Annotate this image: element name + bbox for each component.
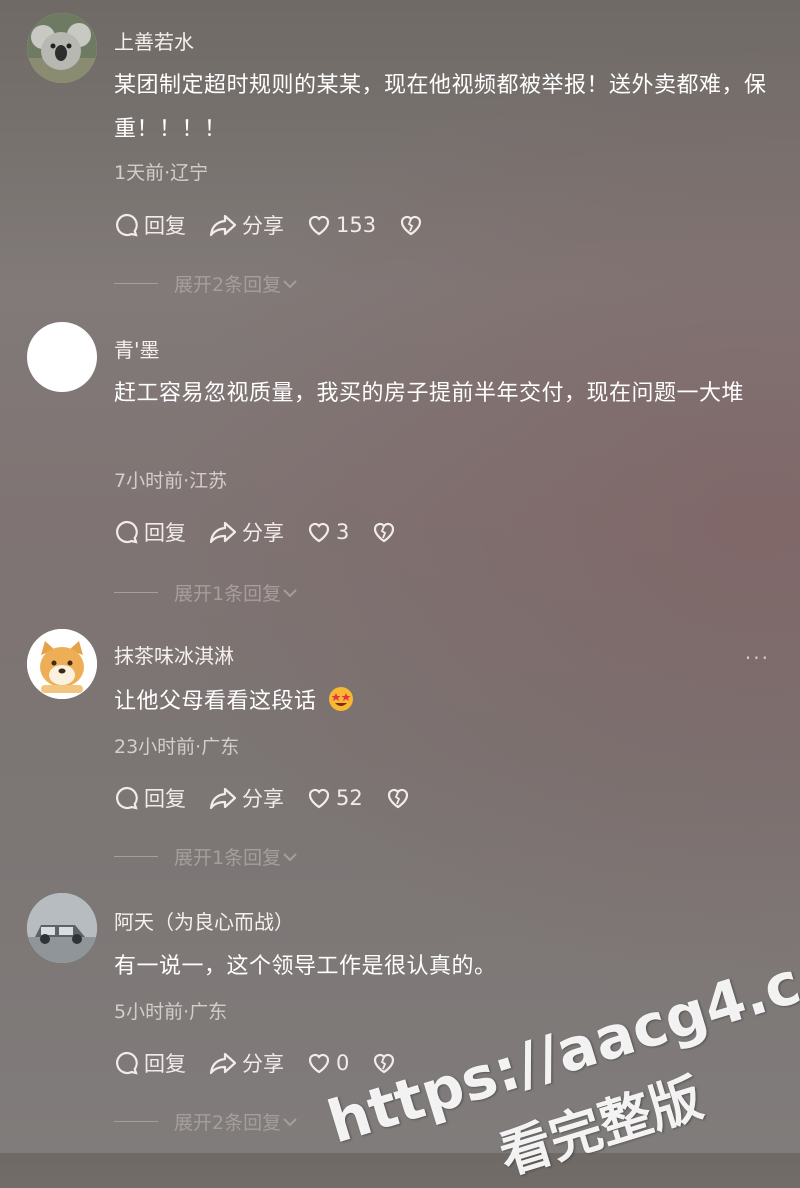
- like-count: 52: [336, 786, 363, 810]
- share-button[interactable]: 分享: [208, 210, 284, 240]
- reply-button[interactable]: 回复: [114, 1048, 186, 1078]
- broken-heart-icon: [374, 522, 395, 543]
- comment-text-body: 让他父母看看这段话: [114, 689, 317, 714]
- dislike-button[interactable]: [385, 785, 415, 811]
- reply-bubble-icon: [116, 213, 138, 237]
- like-count: 0: [336, 1051, 350, 1075]
- expand-replies-label: 展开1条回复: [174, 583, 282, 605]
- share-arrow-icon: [209, 787, 237, 810]
- like-button[interactable]: 3: [306, 519, 349, 545]
- chevron-down-icon: [283, 279, 297, 288]
- expand-replies-button[interactable]: 展开1条回复: [114, 843, 299, 870]
- timestamp-location: 1天前·辽宁: [114, 162, 209, 184]
- like-button[interactable]: 52: [306, 785, 363, 811]
- share-button[interactable]: 分享: [208, 783, 284, 813]
- reply-label: 回复: [144, 1052, 186, 1076]
- chevron-down-icon: [283, 852, 297, 861]
- broken-heart-icon: [387, 788, 408, 809]
- share-label: 分享: [242, 521, 284, 545]
- comment-actions: 回复 分享 52: [114, 783, 437, 813]
- share-button[interactable]: 分享: [208, 517, 284, 547]
- comment-text: 赶工容易忽视质量，我买的房子提前半年交付，现在问题一大堆: [114, 381, 745, 406]
- expand-replies-label: 展开2条回复: [174, 1112, 282, 1134]
- username[interactable]: 阿天（为良心而战）: [114, 906, 294, 935]
- dislike-button[interactable]: [371, 519, 401, 545]
- username[interactable]: 抹茶味冰淇淋: [114, 640, 234, 669]
- expand-replies-label: 展开2条回复: [174, 274, 282, 296]
- reply-button[interactable]: 回复: [114, 783, 186, 813]
- comment-text: 某团制定超时规则的某某，现在他视频都被举报！送外卖都难，保重！！！！: [114, 73, 767, 142]
- dislike-button[interactable]: [398, 212, 428, 238]
- reply-bubble-icon: [116, 520, 138, 544]
- expand-replies-button[interactable]: 展开1条回复: [114, 579, 299, 606]
- divider-line: [114, 592, 158, 593]
- username[interactable]: 青'墨: [114, 334, 160, 363]
- comment-actions: 回复 分享 153: [114, 210, 450, 240]
- broken-heart-icon: [400, 215, 422, 236]
- comment-actions: 回复 分享 3: [114, 517, 423, 547]
- reply-button[interactable]: 回复: [114, 517, 186, 547]
- like-button[interactable]: 153: [306, 212, 376, 238]
- share-arrow-icon: [209, 214, 237, 237]
- share-label: 分享: [242, 787, 284, 811]
- more-options-button[interactable]: ···: [745, 646, 770, 670]
- expand-replies-label: 展开1条回复: [174, 847, 282, 869]
- koala-avatar[interactable]: [27, 13, 97, 83]
- car-photo-avatar[interactable]: [27, 893, 97, 963]
- heart-icon: [308, 522, 330, 543]
- timestamp-location: 23小时前·广东: [114, 736, 240, 758]
- divider-line: [114, 1121, 158, 1122]
- chevron-down-icon: [283, 1117, 297, 1126]
- timestamp-location: 7小时前·江苏: [114, 470, 228, 492]
- reply-label: 回复: [144, 521, 186, 545]
- doge-avatar[interactable]: [27, 629, 97, 699]
- star-eyes-emoji: [329, 687, 354, 711]
- divider-line: [114, 856, 158, 857]
- expand-replies-button[interactable]: 展开2条回复: [114, 270, 299, 297]
- heart-icon: [308, 1053, 330, 1074]
- share-label: 分享: [242, 214, 284, 238]
- reply-bubble-icon: [116, 786, 138, 810]
- share-label: 分享: [242, 1052, 284, 1076]
- like-count: 3: [336, 520, 350, 544]
- chevron-down-icon: [283, 588, 297, 597]
- heart-icon: [308, 215, 330, 236]
- expand-replies-button[interactable]: 展开2条回复: [114, 1108, 299, 1135]
- white-circle-avatar[interactable]: [27, 322, 97, 392]
- reply-label: 回复: [144, 214, 186, 238]
- reply-label: 回复: [144, 787, 186, 811]
- reply-button[interactable]: 回复: [114, 210, 186, 240]
- comment-text: 让他父母看看这段话: [114, 680, 774, 724]
- share-button[interactable]: 分享: [208, 1048, 284, 1078]
- like-button[interactable]: 0: [306, 1050, 349, 1076]
- like-count: 153: [336, 213, 377, 237]
- timestamp-location: 5小时前·广东: [114, 1001, 228, 1023]
- reply-bubble-icon: [116, 1051, 138, 1075]
- username[interactable]: 上善若水: [114, 26, 194, 55]
- share-arrow-icon: [209, 1052, 237, 1075]
- share-arrow-icon: [209, 521, 237, 544]
- divider-line: [114, 283, 158, 284]
- heart-icon: [308, 788, 330, 809]
